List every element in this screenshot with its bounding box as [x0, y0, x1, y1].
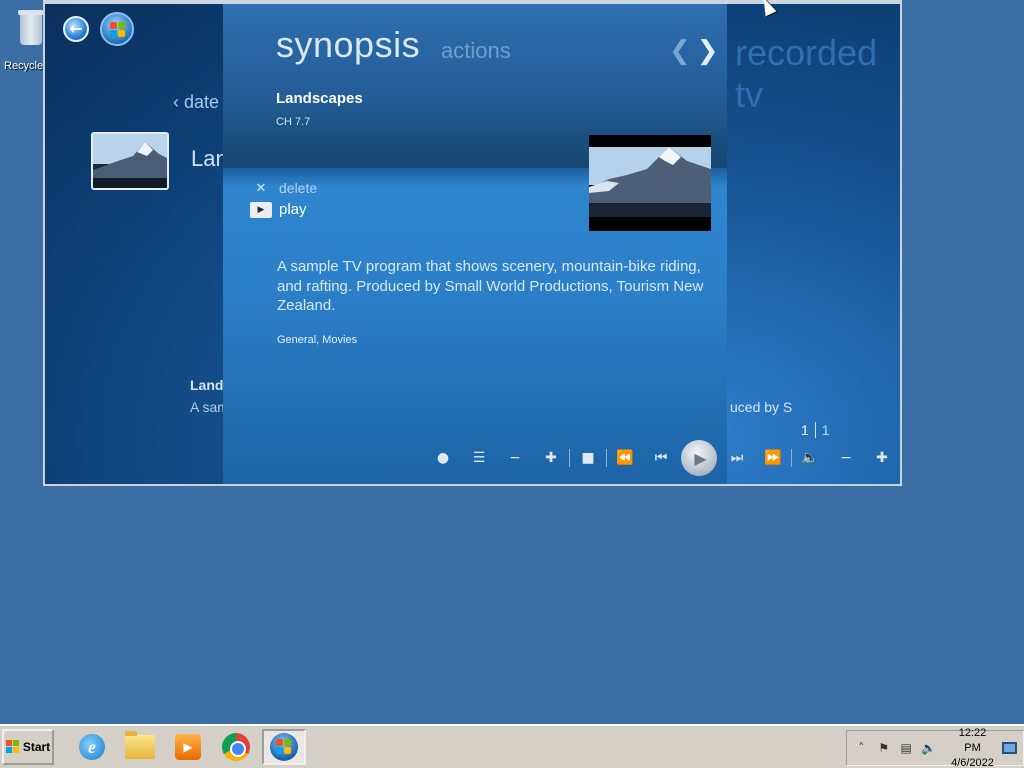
channel-up-icon[interactable]: ✚ — [533, 440, 569, 476]
show-desktop-icon[interactable] — [1002, 742, 1018, 754]
skip-back-icon[interactable]: ⏮ — [643, 440, 679, 476]
network-icon[interactable]: ▤ — [898, 739, 914, 757]
media-center-icon — [270, 733, 298, 761]
rewind-icon[interactable]: ⏪ — [607, 440, 643, 476]
background-breadcrumb: ‹ date — [173, 92, 220, 112]
chrome-icon — [222, 733, 250, 761]
background-recording-thumbnail[interactable] — [91, 132, 169, 190]
pager: 11 — [801, 422, 830, 438]
taskbar: Start e ▶ ˄ ⚑ ▤ 🔈 12:22 PM 4/6/2022 — [0, 724, 1024, 768]
windows-logo-icon — [5, 740, 20, 754]
program-description: A sample TV program that shows scenery, … — [277, 258, 704, 314]
background-heading: recorded tv — [735, 32, 878, 115]
mountain-thumbnail-image — [93, 134, 167, 188]
taskbar-file-explorer[interactable] — [118, 729, 162, 765]
windows-logo-icon — [110, 22, 126, 38]
taskbar-internet-explorer[interactable]: e — [70, 729, 114, 765]
recycle-bin-icon — [16, 6, 46, 46]
program-thumbnail — [589, 135, 711, 231]
recycle-bin-label: Recycle Bin — [4, 60, 48, 72]
media-player-icon: ▶ — [175, 734, 201, 760]
mountain-preview-image — [589, 135, 711, 231]
media-center-start-button[interactable] — [100, 12, 134, 46]
record-icon[interactable]: ● — [425, 440, 461, 476]
tab-navigation: ❮ ❯ — [669, 36, 719, 66]
transport-controls: ● ☰ − ✚ ■ ⏪ ⏮ ▶ ⏭ ⏩ 🔈 − ✚ — [425, 440, 900, 476]
synopsis-panel: synopsis actions ❮ ❯ Landscapes CH 7.7 ✕ … — [223, 4, 727, 484]
program-channel: CH 7.7 — [276, 116, 311, 128]
skip-forward-icon[interactable]: ⏭ — [719, 440, 755, 476]
program-genre: General, Movies — [277, 334, 358, 346]
play-action[interactable]: ▶ play — [250, 201, 307, 218]
play-icon: ▶ — [250, 201, 272, 218]
internet-explorer-icon: e — [79, 734, 105, 760]
media-center-window: ← recorded tv ‹ date Landscapes Landscap… — [43, 0, 902, 486]
chevron-up-icon[interactable]: ˄ — [853, 739, 869, 757]
chevron-left-icon[interactable]: ❮ — [669, 36, 691, 66]
program-title: Landscapes — [276, 90, 363, 107]
system-tray: ˄ ⚑ ▤ 🔈 12:22 PM 4/6/2022 — [846, 727, 1024, 768]
volume-down-icon[interactable]: − — [828, 440, 864, 476]
taskbar-media-player[interactable]: ▶ — [166, 729, 210, 765]
play-pause-button[interactable]: ▶ — [681, 440, 717, 476]
fast-forward-icon[interactable]: ⏩ — [755, 440, 791, 476]
flag-icon[interactable]: ⚑ — [875, 739, 891, 757]
speaker-icon[interactable]: 🔈 — [920, 739, 936, 757]
taskbar-media-center[interactable] — [262, 729, 306, 765]
volume-icon[interactable]: 🔈 — [792, 440, 828, 476]
tab-actions[interactable]: actions — [441, 38, 511, 64]
folder-icon — [125, 731, 155, 759]
stop-icon[interactable]: ■ — [570, 440, 606, 476]
start-button[interactable]: Start — [2, 729, 54, 765]
channel-down-icon[interactable]: − — [497, 440, 533, 476]
taskbar-chrome[interactable] — [214, 729, 258, 765]
close-icon: ✕ — [255, 180, 267, 195]
clock[interactable]: 12:22 PM 4/6/2022 — [951, 726, 994, 768]
volume-up-icon[interactable]: ✚ — [864, 440, 900, 476]
background-bottom-description-right: uced by S — [730, 399, 793, 415]
guide-icon[interactable]: ☰ — [461, 440, 497, 476]
back-arrow-icon[interactable]: ← — [63, 16, 89, 42]
tab-synopsis[interactable]: synopsis — [276, 24, 420, 66]
chevron-right-icon[interactable]: ❯ — [697, 36, 719, 66]
delete-action[interactable]: ✕ delete — [250, 180, 318, 196]
